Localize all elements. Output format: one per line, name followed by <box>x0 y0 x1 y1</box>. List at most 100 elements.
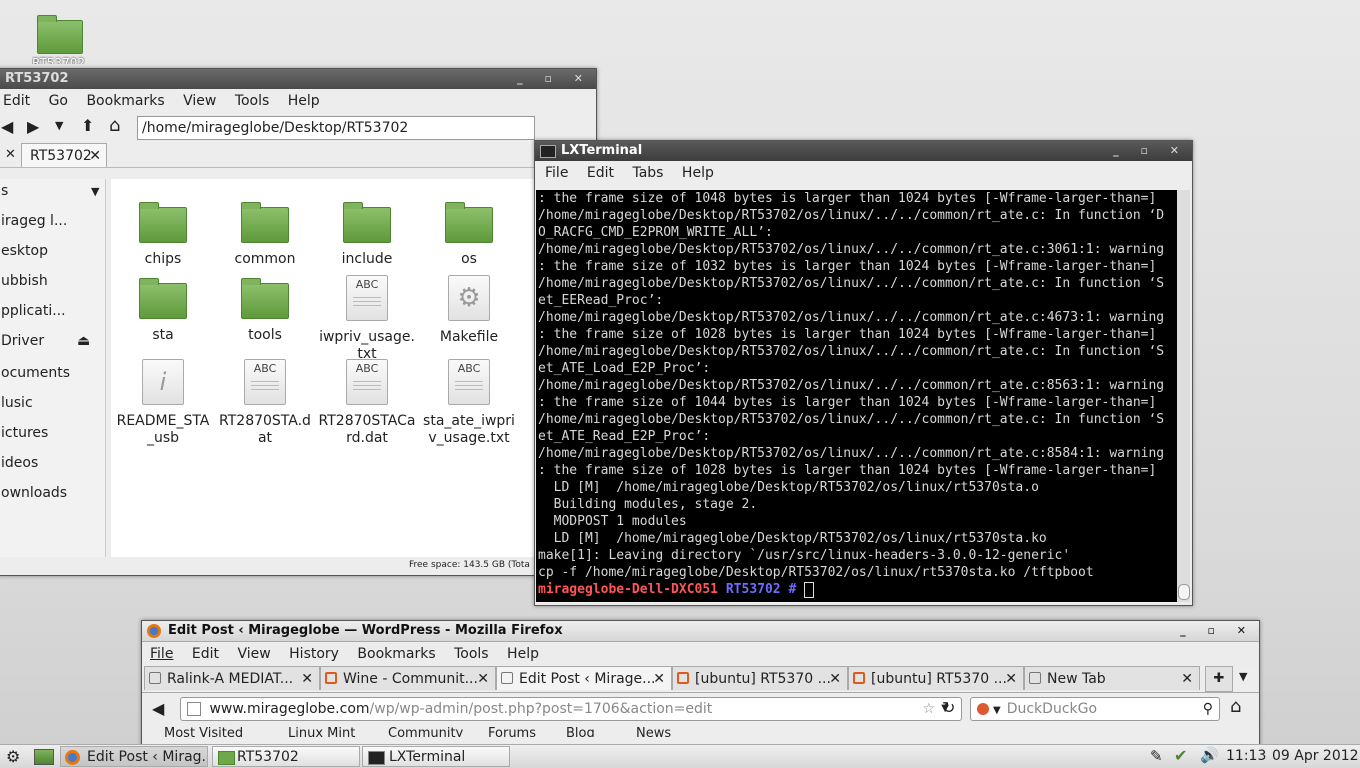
bookmark-star-icon[interactable]: ☆ <box>922 698 935 720</box>
tab-close-icon[interactable]: ✕ <box>1005 667 1017 690</box>
menu-view[interactable]: View <box>237 646 270 662</box>
menu-help[interactable]: Help <box>507 646 539 662</box>
sidebar-item-rubbish[interactable]: ubbish <box>1 273 48 289</box>
browser-tab[interactable]: Edit Post ‹ Mirage... ✕ <box>496 666 672 690</box>
scroll-thumb[interactable] <box>1178 584 1190 600</box>
url-bar[interactable]: www.mirageglobe.com/wp/wp-admin/post.php… <box>180 697 962 721</box>
reload-icon[interactable]: ↻ <box>942 698 955 717</box>
tab-close-icon[interactable]: ✕ <box>477 667 489 690</box>
menu-help[interactable]: Help <box>288 93 320 109</box>
file-item[interactable]: i README_STA _usb <box>113 359 213 447</box>
tab-close-icon[interactable]: ✕ <box>89 144 101 168</box>
path-input[interactable]: /home/mirageglobe/Desktop/RT53702 <box>137 116 535 140</box>
tab-close-icon[interactable]: ✕ <box>653 667 665 690</box>
tab-rt53702[interactable]: RT53702 ✕ <box>21 143 107 167</box>
home-icon[interactable]: ⌂ <box>1230 696 1241 717</box>
menu-gear-icon[interactable]: ⚙ <box>6 747 20 766</box>
window-controls[interactable]: _ ▫ ✕ <box>517 69 592 89</box>
browser-tab[interactable]: New Tab ✕ <box>1024 666 1200 690</box>
file-item[interactable]: include <box>317 199 417 268</box>
sidebar-item-downloads[interactable]: ownloads <box>1 485 67 501</box>
tab-list-chevron-icon[interactable]: ▼ <box>1239 670 1247 683</box>
site-identity-icon[interactable] <box>187 702 201 716</box>
home-icon[interactable]: ⌂ <box>109 115 120 136</box>
firefox-titlebar[interactable]: Edit Post ‹ Mirageglobe — WordPress - Mo… <box>142 621 1259 642</box>
file-item[interactable]: sta <box>113 275 213 344</box>
new-tab-plus-icon[interactable]: ✚ <box>1205 666 1233 692</box>
menu-edit[interactable]: Edit <box>3 93 30 109</box>
file-item[interactable]: ABC RT2870STACa rd.dat <box>317 359 417 447</box>
browser-tab[interactable]: Ralink-A MEDIAT... ✕ <box>144 666 320 690</box>
menu-view[interactable]: View <box>183 93 216 109</box>
file-item[interactable]: os <box>419 199 519 268</box>
window-controls[interactable]: _ ▫ ✕ <box>1180 621 1255 641</box>
taskbar-item-terminal[interactable]: LXTerminal <box>362 746 510 767</box>
tab-close-icon[interactable]: ✕ <box>1181 667 1193 690</box>
menu-file[interactable]: File <box>150 646 173 662</box>
taskbar-item-firefox[interactable]: Edit Post ‹ Mirag... <box>60 746 208 767</box>
eject-icon[interactable]: ⏏ <box>77 333 90 349</box>
terminal-output[interactable]: : the frame size of 1048 bytes is larger… <box>536 190 1178 602</box>
back-arrow-icon[interactable]: ◀ <box>152 699 164 718</box>
forward-arrow-icon[interactable]: ▶ <box>27 117 39 136</box>
terminal-scrollbar[interactable] <box>1177 190 1190 602</box>
file-item[interactable]: ABC sta_ate_iwpri v_usage.txt <box>419 359 519 447</box>
browser-tab[interactable]: Wine - Communit... ✕ <box>320 666 496 690</box>
show-desktop-icon[interactable] <box>34 749 54 765</box>
browser-tab[interactable]: [ubuntu] RT5370 ... ✕ <box>672 666 848 690</box>
sidebar-item-driver[interactable]: Driver <box>1 333 44 349</box>
menu-tools[interactable]: Tools <box>454 646 489 662</box>
bookmark-blog[interactable]: Blog <box>566 725 595 737</box>
tab-close-icon[interactable]: ✕ <box>829 667 841 690</box>
menu-bookmarks[interactable]: Bookmarks <box>357 646 435 662</box>
menu-file[interactable]: File <box>545 165 568 181</box>
sidebar-places-dropdown[interactable]: s <box>1 183 8 199</box>
menu-bookmarks[interactable]: Bookmarks <box>86 93 164 109</box>
file-item[interactable]: ABC iwpriv_usage. txt <box>317 275 417 363</box>
menu-help[interactable]: Help <box>682 165 714 181</box>
tab-close-icon[interactable]: ✕ <box>301 667 313 690</box>
bookmark-news[interactable]: News <box>636 725 671 737</box>
sidebar-item-desktop[interactable]: esktop <box>1 243 48 259</box>
update-shield-icon[interactable]: ✔ <box>1174 746 1187 765</box>
desktop-folder-icon[interactable]: RT53702 <box>32 14 85 64</box>
terminal-titlebar[interactable]: LXTerminal _ ▫ ✕ <box>535 141 1192 161</box>
search-engine-chevron-icon[interactable]: ▼ <box>993 705 1001 716</box>
file-item[interactable]: ⚙ Makefile <box>419 275 519 346</box>
clock-date[interactable]: 09 Apr 2012 <box>1272 748 1359 764</box>
taskbar-item-file-manager[interactable]: RT53702 <box>212 746 360 767</box>
sidebar-item-music[interactable]: lusic <box>1 395 33 411</box>
menu-go[interactable]: Go <box>49 93 68 109</box>
history-dropdown-icon[interactable]: ▼ <box>55 119 63 132</box>
search-input[interactable]: ▼ DuckDuckGo ⚲ <box>970 697 1220 721</box>
menu-edit[interactable]: Edit <box>192 646 219 662</box>
menu-edit[interactable]: Edit <box>587 165 614 181</box>
search-icon[interactable]: ⚲ <box>1203 698 1213 720</box>
sidebar-item-documents[interactable]: ocuments <box>1 365 70 381</box>
menu-tabs[interactable]: Tabs <box>632 165 663 181</box>
duckduckgo-icon[interactable] <box>977 703 989 715</box>
file-item[interactable]: common <box>215 199 315 268</box>
sidebar-item-home[interactable]: irageg l... <box>1 213 67 229</box>
sidebar-item-applications[interactable]: pplicati... <box>1 303 66 319</box>
up-arrow-icon[interactable]: ⬆ <box>81 116 94 135</box>
window-controls[interactable]: _ ▫ ✕ <box>1113 141 1188 161</box>
network-icon[interactable]: ✎ <box>1150 747 1163 765</box>
file-item[interactable]: chips <box>113 199 213 268</box>
chevron-down-icon[interactable]: ▼ <box>91 185 99 198</box>
bookmark-community[interactable]: Community <box>388 725 463 737</box>
browser-tab[interactable]: [ubuntu] RT5370 ... ✕ <box>848 666 1024 690</box>
file-item[interactable]: ABC RT2870STA.d at <box>215 359 315 447</box>
menu-history[interactable]: History <box>289 646 339 662</box>
sidebar-item-pictures[interactable]: ictures <box>1 425 48 441</box>
clock-time[interactable]: 11:13 <box>1226 748 1266 764</box>
sidebar-item-videos[interactable]: ideos <box>1 455 38 471</box>
bookmark-linux-mint[interactable]: Linux Mint <box>288 725 355 737</box>
file-item[interactable]: tools <box>215 275 315 344</box>
volume-icon[interactable]: 🔊 <box>1200 746 1219 764</box>
tab-close-icon[interactable]: ✕ <box>5 147 16 162</box>
back-arrow-icon[interactable]: ◀ <box>1 117 13 136</box>
file-manager-titlebar[interactable]: RT53702 _ ▫ ✕ <box>0 69 596 89</box>
bookmark-forums[interactable]: Forums <box>488 725 536 737</box>
menu-tools[interactable]: Tools <box>235 93 270 109</box>
